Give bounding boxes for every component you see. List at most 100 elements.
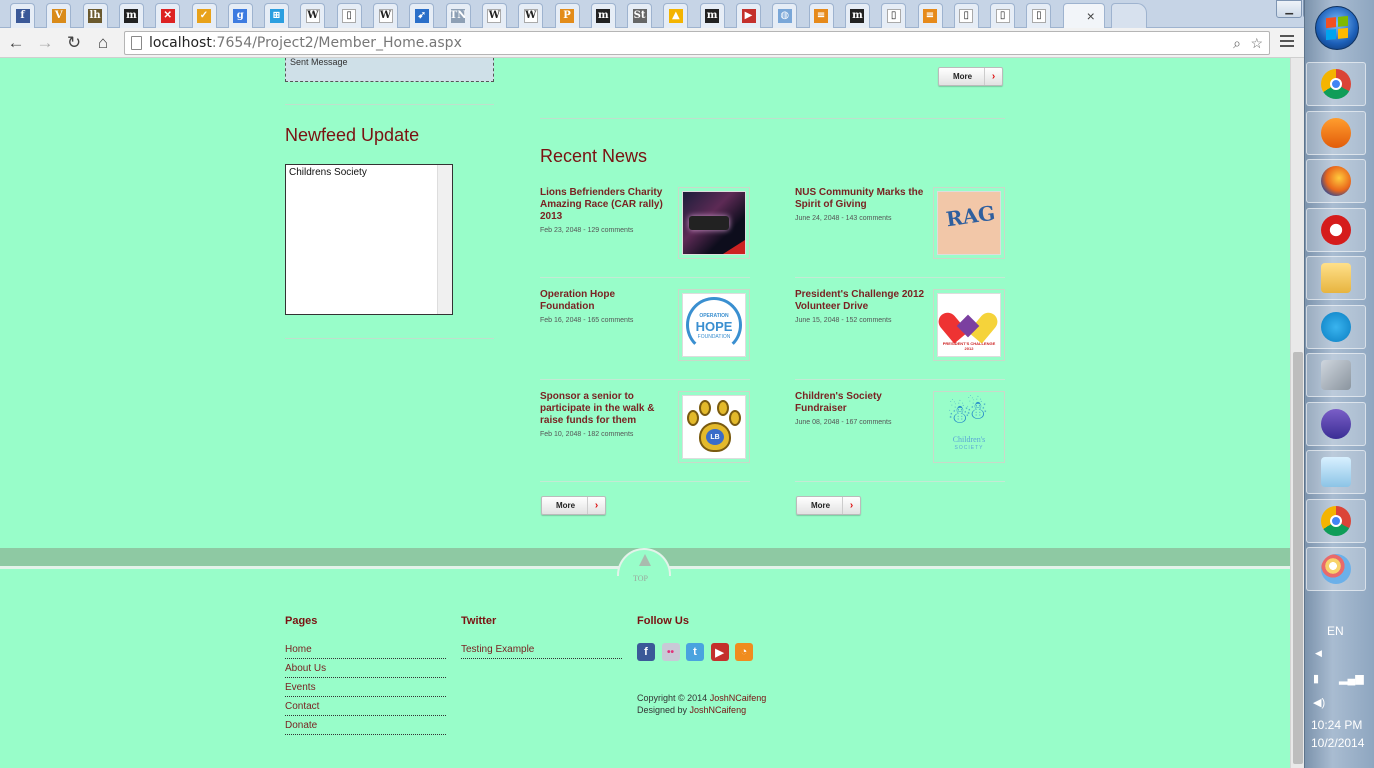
news-item: NUS Community Marks the Spirit of Giving… bbox=[795, 187, 1005, 278]
taskbar-app[interactable] bbox=[1306, 159, 1366, 203]
browser-tab[interactable]: ▯ bbox=[990, 3, 1016, 28]
browser-tab[interactable]: W bbox=[373, 3, 398, 28]
browser-tab[interactable]: ◍ bbox=[772, 3, 798, 28]
footer-link-contact[interactable]: Contact bbox=[285, 697, 446, 716]
browser-tab[interactable]: ➹ bbox=[409, 3, 435, 28]
browser-tab[interactable]: P bbox=[554, 3, 580, 28]
browser-tab[interactable]: ▯ bbox=[881, 3, 907, 28]
facebook-icon: f bbox=[15, 9, 30, 23]
browser-tab[interactable]: W bbox=[300, 3, 326, 28]
browser-tab[interactable]: W bbox=[518, 3, 544, 28]
show-hidden-icons-icon[interactable]: ◀ bbox=[1315, 648, 1322, 659]
news-thumbnail[interactable]: PRESIDENT'S CHALLENGE 2012 bbox=[933, 289, 1005, 361]
menu-icon[interactable] bbox=[1280, 35, 1294, 49]
browser-tab[interactable]: ≡ bbox=[917, 3, 943, 28]
power-icon[interactable]: ▮ bbox=[1313, 672, 1319, 685]
more-button-left[interactable]: More › bbox=[541, 496, 606, 515]
active-tab[interactable]: × bbox=[1062, 3, 1105, 28]
paint-icon bbox=[1321, 554, 1351, 584]
taskbar-app[interactable] bbox=[1306, 401, 1366, 446]
browser-tab[interactable]: St bbox=[627, 3, 653, 28]
scrollbar-thumb[interactable] bbox=[1293, 352, 1303, 764]
back-to-top-label[interactable]: TOP bbox=[633, 574, 648, 583]
minimize-button[interactable]: ▁ bbox=[1276, 0, 1303, 18]
reload-icon[interactable]: ↻ bbox=[63, 32, 85, 54]
close-tab-icon[interactable]: × bbox=[1087, 8, 1095, 24]
newsfeed-item[interactable]: Childrens Society bbox=[289, 167, 367, 178]
newsfeed-listbox[interactable]: Childrens Society bbox=[285, 164, 453, 315]
browser-tab[interactable]: ▯ bbox=[336, 3, 362, 28]
facebook-icon[interactable]: f bbox=[637, 643, 655, 661]
bird-icon: ➹ bbox=[414, 9, 429, 23]
browser-tab[interactable]: ▯ bbox=[1026, 3, 1052, 28]
more-button-right[interactable]: More › bbox=[796, 496, 861, 515]
signal-icon[interactable]: ▂▄▆ bbox=[1339, 672, 1364, 685]
new-tab-button[interactable] bbox=[1110, 3, 1147, 28]
browser-tab[interactable]: m bbox=[699, 3, 725, 28]
news-title-link[interactable]: President's Challenge 2012 Volunteer Dri… bbox=[795, 289, 925, 313]
rss-icon[interactable]: ◔ bbox=[735, 643, 753, 661]
clock-date[interactable]: 10/2/2014 bbox=[1311, 736, 1364, 750]
browser-tab[interactable]: m bbox=[590, 3, 616, 28]
browser-tab[interactable]: V bbox=[46, 3, 72, 28]
taskbar-app[interactable] bbox=[1306, 62, 1366, 106]
browser-tab[interactable]: W bbox=[481, 3, 507, 28]
divider bbox=[540, 379, 750, 380]
address-bar[interactable]: localhost:7654/Project2/Member_Home.aspx… bbox=[124, 31, 1270, 55]
back-arrow-icon[interactable]: ← bbox=[5, 32, 27, 54]
taskbar-app[interactable] bbox=[1306, 498, 1366, 543]
home-icon[interactable]: ⌂ bbox=[92, 32, 114, 54]
copyright-link[interactable]: JoshNCaifeng bbox=[710, 693, 767, 703]
browser-tab[interactable]: lh bbox=[82, 3, 108, 28]
footer-link-events[interactable]: Events bbox=[285, 678, 446, 697]
browser-tab[interactable]: TN bbox=[445, 3, 471, 28]
browser-tab[interactable]: ▲ bbox=[663, 3, 689, 28]
youtube-icon[interactable]: ▶ bbox=[710, 643, 729, 661]
news-thumbnail[interactable]: ☃ ☃ Children's SOCIETY bbox=[933, 391, 1005, 463]
news-title-link[interactable]: Children's Society Fundraiser bbox=[795, 391, 925, 415]
listbox-scrollbar[interactable] bbox=[437, 165, 452, 314]
footer-link-home[interactable]: Home bbox=[285, 640, 446, 659]
news-title-link[interactable]: NUS Community Marks the Spirit of Giving bbox=[795, 187, 925, 211]
browser-tab[interactable]: ✓ bbox=[191, 3, 217, 28]
clock-time[interactable]: 10:24 PM bbox=[1311, 718, 1362, 732]
browser-tab[interactable]: ▶ bbox=[736, 3, 761, 28]
browser-tab[interactable]: ▯ bbox=[953, 3, 979, 28]
start-button[interactable] bbox=[1315, 6, 1359, 50]
browser-tab[interactable]: ≡ bbox=[808, 3, 834, 28]
twitter-icon[interactable]: t bbox=[686, 643, 704, 661]
news-thumbnail[interactable]: RAG bbox=[933, 187, 1005, 259]
footer-link-donate[interactable]: Donate bbox=[285, 716, 446, 735]
page-scrollbar[interactable] bbox=[1290, 58, 1304, 768]
news-thumbnail[interactable]: LB bbox=[678, 391, 750, 463]
browser-tab[interactable]: g bbox=[227, 3, 253, 28]
language-indicator[interactable]: EN bbox=[1327, 624, 1344, 638]
more-button-top[interactable]: More › bbox=[938, 67, 1003, 86]
taskbar-app[interactable] bbox=[1306, 207, 1366, 252]
taskbar-app[interactable] bbox=[1306, 110, 1366, 155]
search-icon[interactable]: ⌕ bbox=[1233, 35, 1241, 52]
sent-message-box: Sent Message bbox=[285, 58, 494, 82]
designed-by-link[interactable]: JoshNCaifeng bbox=[690, 705, 747, 715]
star-icon[interactable]: ☆ bbox=[1250, 35, 1263, 52]
footer-link-about[interactable]: About Us bbox=[285, 659, 446, 678]
taskbar-app[interactable] bbox=[1306, 256, 1366, 300]
flickr-icon[interactable]: •• bbox=[661, 643, 680, 661]
twitter-feed-item[interactable]: Testing Example bbox=[461, 640, 622, 659]
taskbar-app[interactable] bbox=[1306, 547, 1366, 591]
taskbar-app[interactable] bbox=[1306, 304, 1366, 349]
browser-tab[interactable]: f bbox=[10, 3, 35, 28]
forward-arrow-icon[interactable]: → bbox=[34, 32, 56, 54]
browser-tab[interactable]: ✕ bbox=[155, 3, 181, 28]
news-thumbnail[interactable] bbox=[678, 187, 750, 259]
browser-tab[interactable]: m bbox=[118, 3, 144, 28]
browser-tab[interactable]: m bbox=[844, 3, 870, 28]
news-title-link[interactable]: Lions Befrienders Charity Amazing Race (… bbox=[540, 187, 670, 223]
news-thumbnail[interactable]: OPERATION HOPE FOUNDATION bbox=[678, 289, 750, 361]
volume-icon[interactable]: ◀) bbox=[1313, 696, 1325, 709]
browser-tab[interactable]: ⊞ bbox=[264, 3, 290, 28]
news-title-link[interactable]: Sponsor a senior to participate in the w… bbox=[540, 391, 670, 427]
taskbar-app[interactable] bbox=[1306, 450, 1366, 494]
news-title-link[interactable]: Operation Hope Foundation bbox=[540, 289, 670, 313]
taskbar-app[interactable] bbox=[1306, 353, 1366, 397]
